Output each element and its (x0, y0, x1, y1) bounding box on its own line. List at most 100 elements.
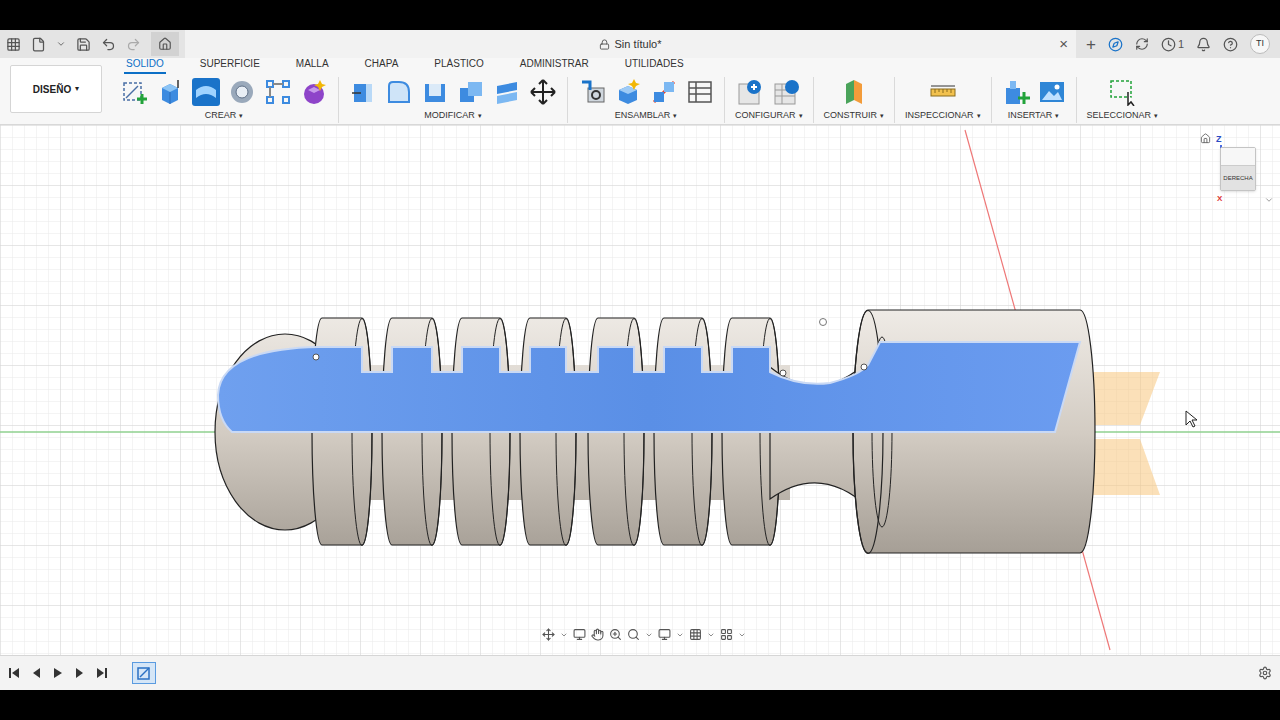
undo-icon[interactable] (101, 37, 116, 52)
construction-plane[interactable] (1092, 372, 1160, 495)
view-home-icon[interactable] (1200, 133, 1211, 144)
viewports-chevron-icon[interactable] (738, 631, 746, 639)
toolbar-tab[interactable]: CHAPA (363, 56, 401, 74)
last-step-icon[interactable] (96, 667, 108, 679)
view-cube-face-label: DERECHA (1223, 175, 1252, 181)
split-icon[interactable] (493, 78, 521, 106)
file-menu-chevron-icon[interactable] (56, 39, 66, 49)
config-icon[interactable] (737, 78, 765, 106)
joint-icon[interactable] (578, 78, 606, 106)
form-icon[interactable] (192, 78, 220, 106)
tool-group-menu[interactable]: CONFIGURAR▾ (735, 109, 803, 123)
home-tab[interactable] (151, 32, 179, 56)
tool-group: ENSAMBLAR▾ (568, 77, 725, 123)
section-cut-face[interactable] (218, 342, 1080, 432)
part-body[interactable] (215, 310, 1095, 554)
tool-group-menu[interactable]: SELECCIONAR▾ (1087, 109, 1159, 123)
app-frame: Sin título*× +1 TI DISEÑO▾ SOLIDO SUPERFICIE M… (0, 0, 1280, 720)
fit-icon[interactable] (627, 628, 640, 641)
tool-group-label: CONFIGURAR (735, 109, 796, 123)
jobs-status[interactable]: 1 (1161, 36, 1184, 53)
sketch-icon[interactable] (120, 78, 148, 106)
workspace-switcher[interactable]: DISEÑO▾ (10, 65, 102, 113)
toolbar-tab[interactable]: PLÁSTICO (432, 56, 485, 74)
grid-settings-icon[interactable] (689, 628, 702, 641)
letterbox-top (0, 0, 1280, 30)
fillet-icon[interactable] (385, 78, 413, 106)
asbuilt-icon[interactable] (650, 78, 678, 106)
view-cube-front[interactable]: DERECHA (1221, 166, 1255, 190)
combine-icon[interactable] (457, 78, 485, 106)
orbit-icon[interactable] (542, 628, 555, 641)
display-settings-icon[interactable] (658, 628, 671, 641)
model-viewport[interactable] (0, 125, 1280, 655)
view-cube-box[interactable]: DERECHA (1220, 147, 1256, 191)
workspace-label: DISEÑO (33, 82, 71, 97)
document-tab[interactable]: Sin título*× (185, 30, 1076, 58)
view-cube[interactable]: ZDERECHAX (1196, 131, 1276, 211)
look-at-icon[interactable] (573, 628, 586, 641)
sync-icon[interactable] (1135, 37, 1149, 51)
select-icon[interactable] (1108, 78, 1136, 106)
help-icon[interactable] (1223, 37, 1238, 52)
zoom-icon[interactable] (609, 628, 622, 641)
purple-icon[interactable] (300, 78, 328, 106)
shell-icon[interactable] (421, 78, 449, 106)
hole-icon[interactable] (228, 78, 256, 106)
tool-group: INSPECCIONAR▾ (895, 77, 992, 123)
viewports-icon[interactable] (720, 628, 733, 641)
tool-group: SELECCIONAR▾ (1077, 77, 1169, 123)
fit-chevron-icon[interactable] (645, 631, 653, 639)
tool-group: INSERTAR▾ (992, 77, 1077, 123)
grid-chevron-icon[interactable] (707, 631, 715, 639)
timeline-feature[interactable] (132, 662, 156, 684)
tool-group-menu[interactable]: CREAR▾ (205, 109, 244, 123)
file-icon[interactable] (31, 37, 46, 52)
newcomp-icon[interactable] (614, 78, 642, 106)
insert-icon[interactable] (1002, 78, 1030, 106)
table-icon[interactable] (686, 78, 714, 106)
tool-group-menu[interactable]: INSPECCIONAR▾ (905, 109, 981, 123)
extensions-icon[interactable] (1108, 37, 1123, 52)
save-icon[interactable] (76, 37, 91, 52)
orbit-chevron-icon[interactable] (560, 631, 568, 639)
toolbar-tab[interactable]: UTILIDADES (623, 56, 686, 74)
apps-grid-icon[interactable] (6, 37, 21, 52)
tool-group-menu[interactable]: INSERTAR▾ (1008, 109, 1060, 123)
play-icon[interactable] (52, 667, 64, 679)
redo-icon[interactable] (126, 37, 141, 52)
toolbar-tab[interactable]: SOLIDO (124, 56, 166, 74)
extrude-icon[interactable] (156, 78, 184, 106)
bell-icon[interactable] (1196, 37, 1211, 52)
toolbar-tab[interactable]: MALLA (294, 56, 331, 74)
tool-group-label: INSPECCIONAR (905, 109, 974, 123)
canvas[interactable]: ZDERECHAX (0, 125, 1280, 655)
toolbar-tab[interactable]: ADMINISTRAR (518, 56, 591, 74)
timeline-settings-icon[interactable] (1258, 666, 1272, 680)
config2-icon[interactable] (773, 78, 801, 106)
image-icon[interactable] (1038, 78, 1066, 106)
view-cube-menu-icon[interactable] (1264, 195, 1274, 205)
next-step-icon[interactable] (74, 667, 86, 679)
pattern-icon[interactable] (264, 78, 292, 106)
tool-group-label: ENSAMBLAR (615, 109, 671, 123)
plane-icon[interactable] (840, 78, 868, 106)
view-cube-top[interactable] (1221, 148, 1255, 166)
manipulator-point[interactable] (820, 319, 827, 326)
tool-group-menu[interactable]: ENSAMBLAR▾ (615, 109, 678, 123)
pan-icon[interactable] (591, 628, 604, 641)
toolbar: DISEÑO▾ SOLIDO SUPERFICIE MALLA CHAPA PLÁSTIC… (0, 58, 1280, 125)
close-tab-button[interactable]: × (1059, 33, 1068, 56)
user-avatar[interactable]: TI (1250, 34, 1270, 54)
measure-icon[interactable] (929, 78, 957, 106)
press-icon[interactable] (349, 78, 377, 106)
toolbar-tab[interactable]: SUPERFICIE (198, 56, 262, 74)
tool-group-menu[interactable]: MODIFICAR▾ (424, 109, 482, 123)
move-icon[interactable] (529, 78, 557, 106)
display-chevron-icon[interactable] (676, 631, 684, 639)
new-tab-button[interactable]: + (1086, 36, 1096, 53)
tool-group-label: INSERTAR (1008, 109, 1053, 123)
tool-group-menu[interactable]: CONSTRUIR▾ (824, 109, 885, 123)
previous-step-icon[interactable] (30, 667, 42, 679)
first-step-icon[interactable] (8, 667, 20, 679)
